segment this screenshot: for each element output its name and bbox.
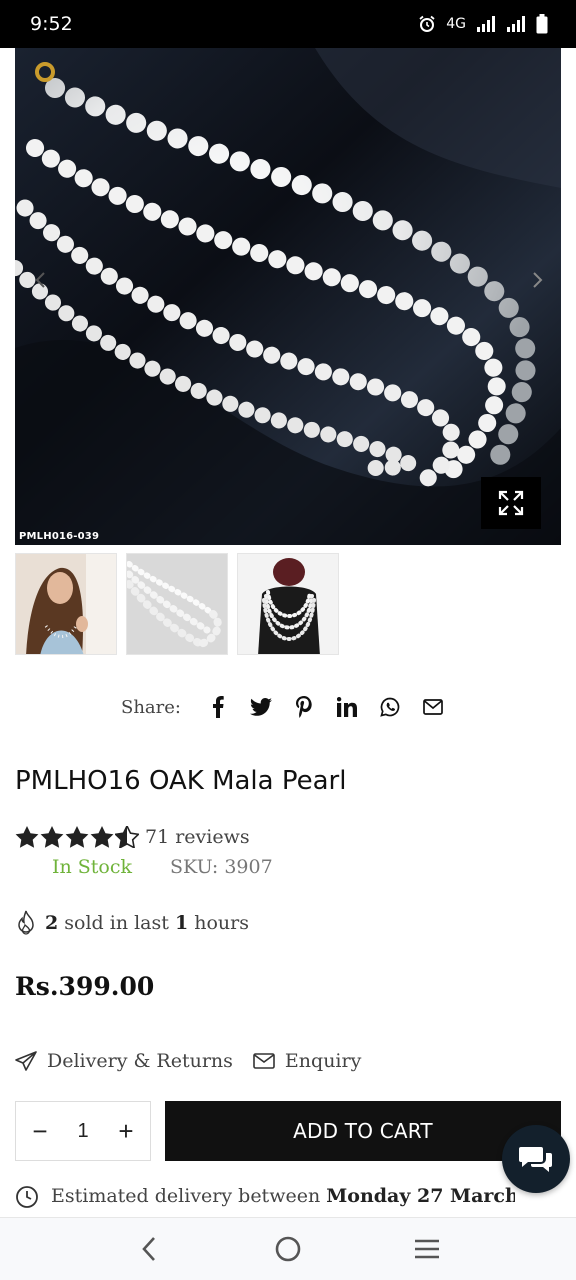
quantity-decrease-button[interactable]: − — [28, 1118, 52, 1144]
pearl-necklace-photo — [15, 48, 561, 545]
star-full-icon — [65, 826, 89, 848]
recent-apps-button[interactable] — [407, 1229, 447, 1269]
status-time: 9:52 — [30, 13, 73, 35]
pinterest-icon[interactable] — [283, 690, 326, 724]
quantity-increase-button[interactable]: + — [114, 1118, 138, 1144]
thumbnail-model[interactable] — [15, 553, 117, 655]
next-image-icon[interactable] — [527, 270, 547, 290]
rating-stars — [15, 826, 139, 848]
battery-icon — [536, 14, 548, 34]
facebook-icon[interactable] — [197, 690, 240, 724]
linkedin-icon[interactable] — [326, 690, 369, 724]
reviews-count[interactable]: 71 reviews — [145, 826, 250, 848]
share-label: Share: — [121, 696, 181, 718]
twitter-icon[interactable] — [240, 690, 283, 724]
star-full-icon — [15, 826, 39, 848]
delivery-returns-link[interactable]: Delivery & Returns — [15, 1050, 233, 1072]
clock-icon — [16, 1186, 38, 1208]
delivery-date: Monday 27 March — [326, 1185, 515, 1207]
system-navigation-bar — [0, 1217, 576, 1280]
quantity-stepper: − + — [15, 1101, 151, 1161]
star-full-icon — [90, 826, 114, 848]
sold-hours-label: hours — [194, 912, 249, 934]
enquiry-link[interactable]: Enquiry — [253, 1050, 361, 1072]
info-links: Delivery & Returns Enquiry — [15, 1050, 361, 1072]
sold-recently: 2 sold in last 1 hours — [15, 910, 249, 936]
signal-icon-2 — [506, 16, 526, 32]
product-main-image[interactable]: PMLH016-039 — [15, 48, 561, 545]
email-icon[interactable] — [412, 690, 455, 724]
status-bar: 9:52 4G — [0, 0, 576, 48]
product-title: PMLHO16 OAK Mala Pearl — [15, 766, 347, 796]
back-button[interactable] — [129, 1229, 169, 1269]
back-chevron-icon — [142, 1237, 156, 1261]
stock-status: In Stock — [52, 856, 133, 878]
home-circle-icon — [275, 1236, 301, 1262]
home-button[interactable] — [268, 1229, 308, 1269]
previous-image-icon[interactable] — [31, 270, 51, 290]
quantity-input[interactable] — [63, 1119, 103, 1143]
sold-text: sold in last — [64, 912, 169, 934]
thumbnail-list — [15, 553, 339, 655]
menu-lines-icon — [414, 1239, 439, 1259]
alarm-icon — [418, 15, 436, 33]
envelope-icon — [253, 1053, 275, 1069]
share-row: Share: — [0, 690, 576, 724]
thumbnail-necklace-bust[interactable] — [237, 553, 339, 655]
expand-image-button[interactable] — [481, 477, 541, 529]
paper-plane-icon — [15, 1051, 37, 1071]
enquiry-label: Enquiry — [284, 1050, 362, 1072]
network-type: 4G — [446, 16, 466, 32]
status-icons: 4G — [418, 14, 548, 34]
whatsapp-icon[interactable] — [369, 690, 412, 724]
image-product-code: PMLH016-039 — [19, 531, 100, 542]
product-sku: SKU: 3907 — [170, 856, 273, 878]
product-rating[interactable]: 71 reviews — [15, 826, 250, 848]
star-full-icon — [40, 826, 64, 848]
delivery-prefix: Estimated delivery between — [51, 1185, 321, 1207]
signal-icon — [476, 16, 496, 32]
expand-icon — [498, 490, 524, 516]
chat-bubbles-icon — [519, 1147, 552, 1172]
thumbnail-necklace-white[interactable] — [126, 553, 228, 655]
sold-hours: 1 — [174, 912, 189, 934]
estimated-delivery: Estimated delivery between Monday 27 Mar… — [15, 1183, 515, 1215]
product-price: Rs.399.00 — [15, 972, 155, 1001]
stock-row: In Stock SKU: 3907 — [52, 856, 273, 878]
flame-icon — [18, 910, 34, 935]
star-half-icon — [115, 826, 139, 848]
sold-count: 2 — [45, 912, 59, 934]
delivery-returns-label: Delivery & Returns — [47, 1050, 233, 1072]
